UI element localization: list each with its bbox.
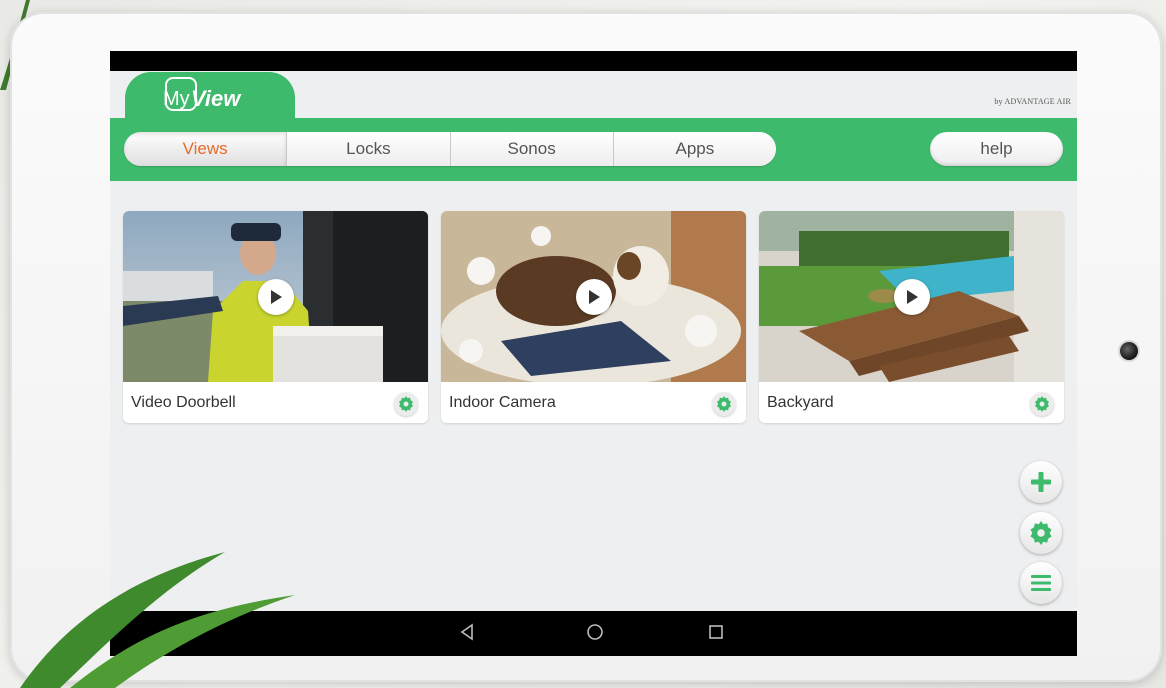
help-button[interactable]: help [930,132,1063,166]
tab-sonos[interactable]: Sonos [450,132,614,166]
logo-view-text: View [191,86,241,111]
home-icon[interactable] [586,623,604,641]
advantage-air-byline: by ADVANTAGE AIR [994,97,1071,106]
add-button[interactable] [1020,461,1062,503]
gear-icon [1030,521,1052,545]
camera-name: Video Doorbell [131,394,236,411]
status-bar [110,51,1077,71]
menu-icon [1031,575,1051,591]
tab-views[interactable]: Views [124,132,288,166]
tab-apps[interactable]: Apps [613,132,776,166]
front-camera [1120,342,1138,360]
leaf-decoration-bottom [20,552,295,688]
play-icon[interactable] [575,278,612,315]
nav-tabs: Views Locks Sonos Apps [124,132,776,166]
recents-icon[interactable] [708,623,724,641]
camera-card-backyard[interactable]: Backyard [759,211,1064,423]
tab-locks[interactable]: Locks [287,132,451,166]
camera-card-indoor-camera[interactable]: Indoor Camera [441,211,746,423]
nav-bar: Views Locks Sonos Apps help [110,118,1077,181]
camera-name: Indoor Camera [449,394,556,411]
camera-name: Backyard [767,394,834,411]
menu-button[interactable] [1020,562,1062,604]
logo-my-text: My [163,88,190,110]
play-icon[interactable] [893,278,930,315]
gear-icon[interactable] [712,392,736,416]
play-icon[interactable] [257,278,294,315]
gear-icon[interactable] [394,392,418,416]
camera-thumbnail[interactable] [759,211,1064,382]
camera-thumbnail[interactable] [441,211,746,382]
gear-icon[interactable] [1030,392,1054,416]
settings-button[interactable] [1020,512,1062,554]
myview-logo: My View [125,72,295,122]
camera-card-video-doorbell[interactable]: Video Doorbell [123,211,428,423]
camera-thumbnail[interactable] [123,211,428,382]
back-icon[interactable] [459,623,475,641]
plus-icon [1031,472,1051,492]
